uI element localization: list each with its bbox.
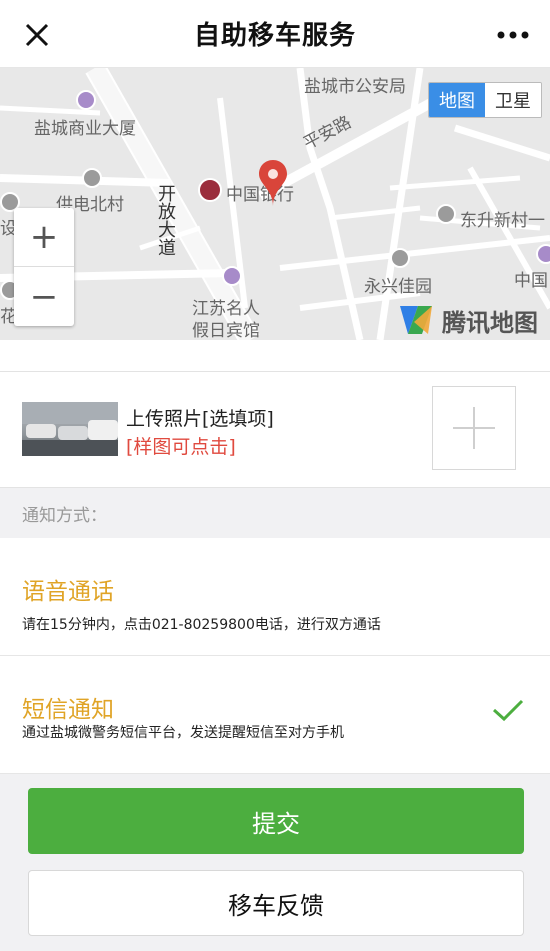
map-label: 盐城商业大厦 (34, 119, 136, 139)
map-label: 盐城市公安局 (304, 77, 406, 97)
add-photo-button[interactable] (432, 386, 516, 470)
option-name: 短信通知 (22, 697, 114, 723)
map-type-map[interactable]: 地图 (429, 83, 485, 117)
map-view[interactable]: 盐城市公安局 盐城商业大厦 平安路 供电北村 开放大道 中国银行 东升新村一 永… (0, 68, 550, 340)
plus-icon (453, 407, 495, 449)
tencent-map-logo-icon (400, 306, 432, 334)
top-bar: 自助移车服务 (0, 0, 550, 68)
road-label: 开放大道 (155, 184, 176, 256)
map-type-satellite[interactable]: 卫星 (485, 83, 541, 117)
map-brand-logo: 腾讯地图 (396, 300, 538, 340)
spacer (0, 340, 550, 372)
brand-name: 腾讯地图 (442, 308, 538, 337)
map-label: 中国 (514, 271, 548, 291)
option-name: 语音通话 (22, 579, 114, 605)
poi-icon (76, 90, 96, 110)
sample-photo-thumbnail[interactable] (22, 402, 118, 456)
location-pin-icon[interactable] (258, 160, 288, 210)
map-label: 永兴佳园 (364, 277, 432, 297)
poi-icon (222, 266, 242, 286)
feedback-button[interactable]: 移车反馈 (28, 870, 524, 936)
submit-button[interactable]: 提交 (28, 788, 524, 854)
map-label: 假日宾馆 (192, 321, 260, 340)
map-label: 东升新村一 (460, 211, 545, 231)
photo-upload-row: 上传照片[选填项] [样图可点击] (0, 372, 550, 488)
option-description: 通过盐城微警务短信平台，发送提醒短信至对方手机 (22, 725, 344, 741)
notify-section-label: 通知方式： (0, 488, 550, 538)
upload-title: 上传照片[选填项] (126, 408, 274, 430)
map-type-toggle[interactable]: 地图 卫星 (428, 82, 542, 118)
bank-icon (198, 178, 222, 202)
poi-icon (82, 168, 102, 188)
poi-icon (390, 248, 410, 268)
zoom-in-button[interactable]: + (14, 208, 74, 267)
poi-icon (436, 204, 456, 224)
option-description: 请在15分钟内，点击021-80259800电话，进行双方通话 (22, 617, 381, 633)
zoom-control: + − (14, 208, 74, 326)
notify-option-sms[interactable]: 短信通知 通过盐城微警务短信平台，发送提醒短信至对方手机 (0, 656, 550, 774)
checkmark-icon (492, 698, 524, 726)
notify-option-voice[interactable]: 语音通话 请在15分钟内，点击021-80259800电话，进行双方通话 (0, 538, 550, 656)
page-title: 自助移车服务 (193, 21, 356, 51)
more-icon[interactable] (496, 22, 530, 48)
upload-hint[interactable]: [样图可点击] (126, 432, 236, 459)
zoom-out-button[interactable]: − (14, 267, 74, 326)
poi-icon (536, 244, 550, 264)
close-icon[interactable] (20, 18, 54, 52)
